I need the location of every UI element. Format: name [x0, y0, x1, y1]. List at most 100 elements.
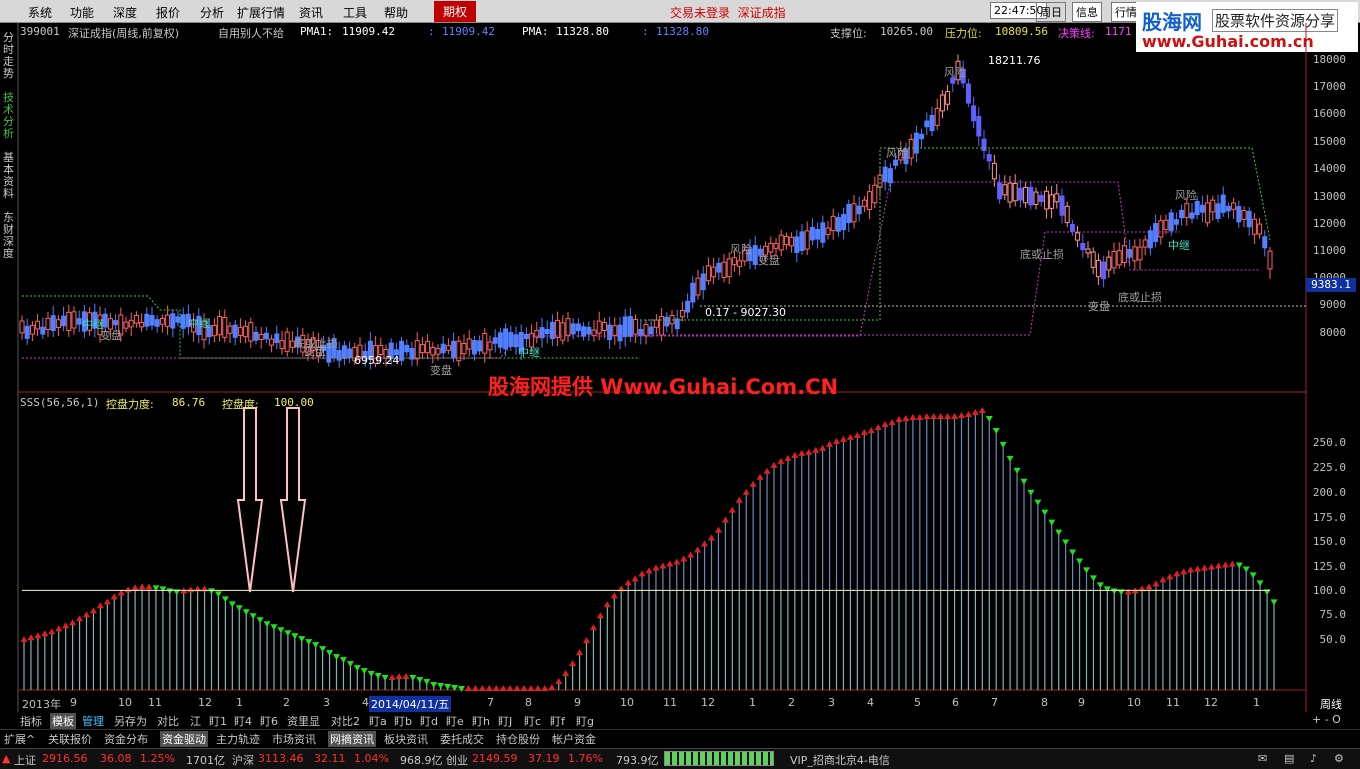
- candle: [617, 324, 623, 342]
- candle: [492, 337, 498, 344]
- candle: [607, 324, 613, 341]
- tab-manage[interactable]: 管理: [82, 713, 104, 729]
- tab-ding6[interactable]: 盯6: [260, 713, 278, 729]
- candle: [414, 340, 420, 360]
- tab-related-quote[interactable]: 关联报价: [48, 731, 92, 747]
- up-marker: [846, 433, 854, 440]
- sh-value: 2916.56: [42, 752, 88, 765]
- down-marker: [1076, 558, 1084, 565]
- candle: [1043, 190, 1049, 210]
- up-marker: [728, 506, 736, 513]
- support-label: 支撑位:: [830, 27, 867, 40]
- up-marker: [506, 685, 514, 692]
- up-marker: [499, 685, 507, 692]
- indicator-tabs: 指标 模板 管理 另存为 对比 江 盯1 盯4 盯6 资里显 对比2 盯a 盯b…: [0, 712, 1360, 729]
- x-tick: 10: [118, 696, 132, 709]
- down-marker: [228, 601, 236, 608]
- up-marker: [839, 435, 847, 442]
- x-tick: 6: [952, 696, 959, 709]
- up-marker: [541, 685, 549, 692]
- candle: [503, 328, 509, 350]
- tab-web-news[interactable]: 网摘资讯: [328, 731, 376, 747]
- settings-icon[interactable]: ⚙: [1334, 752, 1344, 765]
- tab-main-force[interactable]: 主力轨迹: [216, 731, 260, 747]
- candle: [575, 323, 581, 332]
- down-marker: [1027, 489, 1035, 496]
- candle: [981, 138, 987, 152]
- tab-save-as[interactable]: 另存为: [114, 713, 147, 729]
- candle: [913, 132, 919, 154]
- candle: [274, 333, 280, 343]
- down-marker: [367, 671, 375, 678]
- candle: [1231, 202, 1237, 210]
- candle: [1205, 202, 1211, 224]
- tab-ding-j[interactable]: 盯J: [498, 713, 512, 729]
- indicator-tick: 50.0: [1319, 633, 1347, 646]
- tab-account-funds[interactable]: 帐户资金: [552, 731, 596, 747]
- tab-ding1[interactable]: 盯1: [209, 713, 227, 729]
- speaker-icon[interactable]: ♪: [1310, 752, 1317, 765]
- support-value: 10265.00: [880, 25, 933, 38]
- down-marker: [1110, 588, 1118, 595]
- tab-extend[interactable]: 扩展^: [4, 731, 35, 747]
- chart-icon[interactable]: ▤: [1284, 752, 1294, 765]
- sz-value: 3113.46: [258, 752, 304, 765]
- tab-market-news[interactable]: 市场资讯: [272, 731, 316, 747]
- up-marker: [1159, 576, 1167, 583]
- tab-ding-e[interactable]: 盯e: [446, 713, 464, 729]
- up-marker: [569, 660, 577, 667]
- market-breadth-bar: [664, 751, 774, 766]
- candle: [919, 133, 925, 140]
- tab-jiang[interactable]: 江: [190, 713, 201, 729]
- tab-sector-news[interactable]: 板块资讯: [384, 731, 428, 747]
- up-marker: [1187, 566, 1195, 573]
- tab-zilixian[interactable]: 资里显: [287, 713, 320, 729]
- x-cursor-date: 2014/04/11/五: [369, 696, 452, 712]
- candle: [804, 230, 810, 250]
- tab-ding-f[interactable]: 盯f: [550, 713, 565, 729]
- indicator-tick: 225.0: [1312, 461, 1346, 474]
- tab-fund-drive[interactable]: 资金驱动: [160, 731, 208, 747]
- up-marker: [1228, 560, 1236, 567]
- up-marker: [464, 685, 472, 692]
- force-value: 86.76: [172, 396, 206, 409]
- tab-compare[interactable]: 对比: [157, 713, 179, 729]
- candle: [170, 313, 176, 329]
- candle: [1023, 186, 1029, 204]
- candle: [1189, 212, 1195, 219]
- candle: [165, 314, 171, 327]
- zoom-controls[interactable]: + - O: [1312, 713, 1341, 726]
- candle: [347, 348, 353, 359]
- down-marker: [409, 675, 417, 682]
- tab-fund-distribution[interactable]: 资金分布: [104, 731, 148, 747]
- candle: [258, 333, 264, 340]
- tab-ding-d[interactable]: 盯d: [420, 713, 438, 729]
- tab-ding4[interactable]: 盯4: [234, 713, 252, 729]
- candle: [685, 300, 691, 313]
- up-marker: [680, 555, 688, 562]
- x-tick: 7: [487, 696, 494, 709]
- tab-ding-h[interactable]: 盯h: [472, 713, 490, 729]
- down-marker: [999, 441, 1007, 448]
- zhongji-label: 中继: [1168, 239, 1190, 252]
- down-marker: [291, 633, 299, 640]
- indicator-tick: 175.0: [1312, 511, 1346, 524]
- tab-orders[interactable]: 委托成交: [440, 731, 484, 747]
- tab-ding-a[interactable]: 盯a: [369, 713, 387, 729]
- candle: [440, 343, 446, 354]
- tab-ding-c[interactable]: 盯c: [524, 713, 541, 729]
- tab-indicator[interactable]: 指标: [20, 713, 42, 729]
- tab-template[interactable]: 模板: [50, 713, 76, 729]
- tab-ding-g[interactable]: 盯g: [576, 713, 594, 729]
- candle: [159, 317, 165, 325]
- down-marker: [263, 621, 271, 628]
- tab-ding-b[interactable]: 盯b: [394, 713, 412, 729]
- x-tick: 2: [788, 696, 795, 709]
- candle: [1262, 236, 1268, 249]
- tab-holdings[interactable]: 持仓股份: [496, 731, 540, 747]
- tab-compare2[interactable]: 对比2: [331, 713, 360, 729]
- period-label: 周线: [1320, 698, 1342, 711]
- up-marker: [867, 426, 875, 433]
- message-icon[interactable]: ✉: [1258, 752, 1267, 765]
- candle: [976, 116, 982, 137]
